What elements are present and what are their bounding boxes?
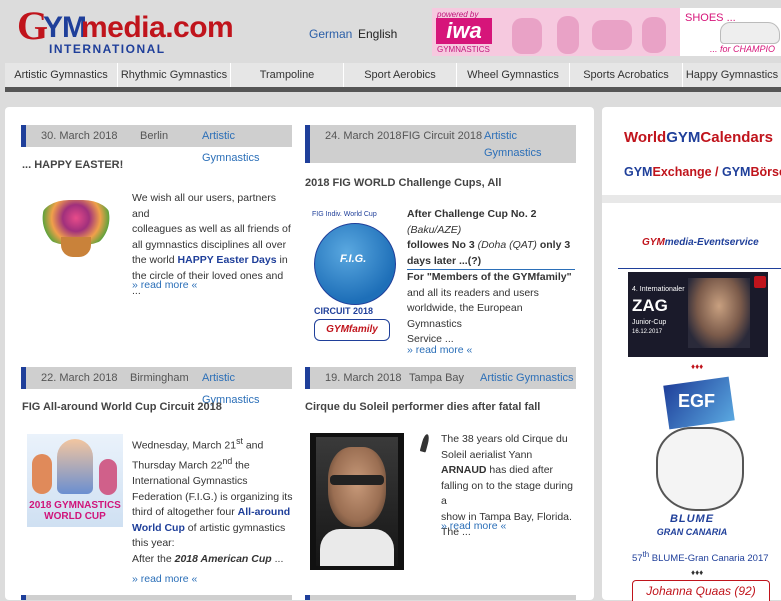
article-place: Birmingham — [130, 372, 189, 384]
nav-sports-acrobatics[interactable]: Sports Acrobatics — [570, 63, 683, 87]
article-title-link[interactable]: ... HAPPY EASTER! — [22, 159, 123, 171]
iwa-logo: iwa — [436, 18, 492, 44]
article-title-link[interactable]: Cirque du Soleil performer dies after fa… — [305, 401, 540, 413]
language-english-link[interactable]: English — [358, 27, 397, 41]
article-summary: Wednesday, March 21st and Thursday March… — [132, 436, 293, 565]
article-place: Tampa Bay — [409, 372, 465, 384]
logo-subtitle: INTERNATIONAL — [49, 42, 166, 56]
site-logo[interactable]: G YM media.com INTERNATIONAL — [17, 6, 247, 57]
article-category-link[interactable]: Artistic Gymnastics — [484, 128, 554, 162]
read-more-link[interactable]: » read more « — [132, 573, 197, 585]
zag-junior-cup-image[interactable]: 4. Internationaler ZAG Junior-Cup 16.12.… — [628, 272, 768, 357]
blume-caption[interactable]: 57th BLUME-Gran Canaria 2017 — [632, 550, 769, 564]
mourning-feather-icon — [419, 434, 431, 454]
article-title-link[interactable]: 2018 FIG WORLD Challenge Cups, All — [305, 177, 501, 189]
language-german-link[interactable]: German — [309, 27, 352, 41]
right-sidebar: WorldGYMCalendars GYMExchange / GYMBörse… — [602, 107, 781, 601]
fig-circuit-image[interactable]: FIG Indiv. World Cup F.I.G. CIRCUIT 2018… — [310, 207, 400, 347]
article-place: FIG Circuit 2018 — [402, 130, 483, 142]
gymnast-figures-image — [502, 14, 672, 54]
article-header — [21, 595, 292, 600]
nav-happy-gymnastics[interactable]: Happy Gymnastics — [683, 63, 781, 87]
article-summary: After Challenge Cup No. 2 (Baku/AZE) fol… — [407, 207, 575, 348]
eventservice-link[interactable]: GYMmedia-Eventservice — [642, 237, 759, 248]
nav-wheel-gymnastics[interactable]: Wheel Gymnastics — [457, 63, 570, 87]
sunglasses — [330, 475, 384, 485]
news-main-panel: 30. March 2018 Berlin Artistic Gymnastic… — [5, 107, 594, 600]
world-calendars-link[interactable]: WorldGYMCalendars — [624, 129, 773, 146]
article-date: 19. March 2018 — [325, 372, 402, 384]
yann-arnaud-photo[interactable] — [310, 433, 404, 570]
read-more-link[interactable]: » read more « — [407, 344, 472, 356]
article-header — [305, 595, 576, 600]
johanna-quaas-link[interactable]: Johanna Quaas (92) — [632, 580, 770, 601]
read-more-link[interactable]: » read more « — [132, 279, 197, 291]
article-place: Berlin — [140, 130, 169, 142]
article-header: 19. March 2018 Tampa Bay Artistic Gymnas… — [305, 367, 576, 389]
article-date: 22. March 2018 — [41, 372, 118, 384]
article-header: 24. March 2018 FIG Circuit 2018 Artistic… — [305, 125, 576, 163]
blume-gran-canaria-poster[interactable]: EGF BLUME GRAN CANARIA — [642, 375, 754, 547]
shoe-image — [720, 22, 780, 44]
site-header: G YM media.com INTERNATIONAL German Engl… — [0, 0, 781, 60]
nav-trampoline[interactable]: Trampoline — [231, 63, 344, 87]
nav-sport-aerobics[interactable]: Sport Aerobics — [344, 63, 457, 87]
iwa-ad-banner[interactable]: powered by iwa GYMNASTICS SHOES ... ... … — [432, 8, 781, 56]
article-title-link[interactable]: FIG All-around World Cup Circuit 2018 — [22, 401, 222, 413]
article-category-link[interactable]: Artistic Gymnastics — [480, 367, 574, 389]
article-header: 22. March 2018 Birmingham Artistic Gymna… — [21, 367, 292, 406]
article-header: 30. March 2018 Berlin Artistic Gymnastic… — [21, 125, 292, 164]
nav-rhythmic-gymnastics[interactable]: Rhythmic Gymnastics — [118, 63, 231, 87]
exchange-boerse-link[interactable]: GYMExchange / GYMBörse — [624, 165, 781, 179]
easter-flowers-image[interactable] — [26, 192, 126, 262]
article-date: 30. March 2018 — [41, 130, 118, 142]
read-more-link[interactable]: » read more « — [441, 520, 506, 532]
world-cup-poster-image[interactable]: 2018 GYMNASTICS WORLD CUP — [27, 434, 123, 527]
article-category-link[interactable]: Artistic Gymnastics — [202, 125, 292, 169]
mascot-image — [656, 427, 744, 511]
article-date: 24. March 2018 — [325, 130, 402, 142]
category-nav: Artistic Gymnastics Rhythmic Gymnastics … — [5, 63, 781, 92]
nav-artistic-gymnastics[interactable]: Artistic Gymnastics — [5, 63, 118, 87]
